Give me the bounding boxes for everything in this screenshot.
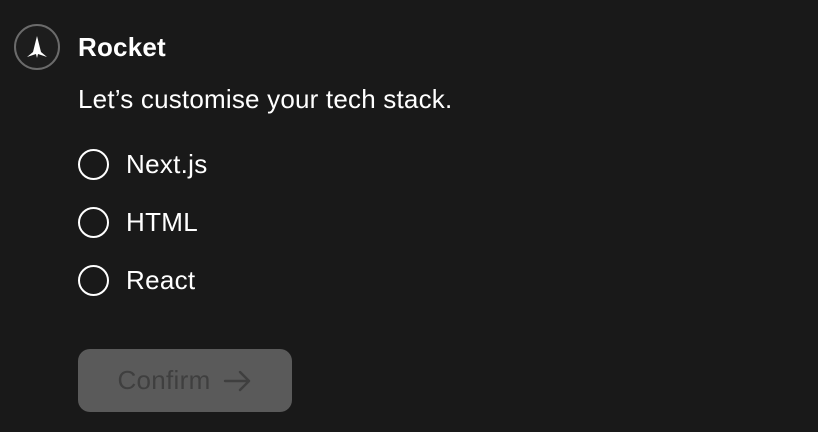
tech-stack-card: Rocket Let’s customise your tech stack. … xyxy=(0,0,818,432)
confirm-label: Confirm xyxy=(117,365,211,395)
brand-name: Rocket xyxy=(78,31,166,62)
radio-button[interactable] xyxy=(78,264,109,296)
option-html[interactable]: HTML xyxy=(78,203,208,241)
option-nextjs[interactable]: Next.js xyxy=(78,145,208,183)
header: Rocket xyxy=(14,23,166,71)
option-label: Next.js xyxy=(126,148,208,179)
option-label: React xyxy=(126,264,196,295)
radio-button[interactable] xyxy=(78,148,109,180)
option-react[interactable]: React xyxy=(78,261,208,299)
rocket-glyph-icon xyxy=(27,36,47,58)
rocket-logo-icon xyxy=(14,24,60,70)
radio-button[interactable] xyxy=(78,206,109,238)
arrow-right-icon xyxy=(223,370,253,392)
confirm-button[interactable]: Confirm xyxy=(78,349,292,412)
question-text: Let’s customise your tech stack. xyxy=(78,84,453,114)
option-label: HTML xyxy=(126,206,198,237)
options-radio-group: Next.js HTML React xyxy=(78,145,208,319)
